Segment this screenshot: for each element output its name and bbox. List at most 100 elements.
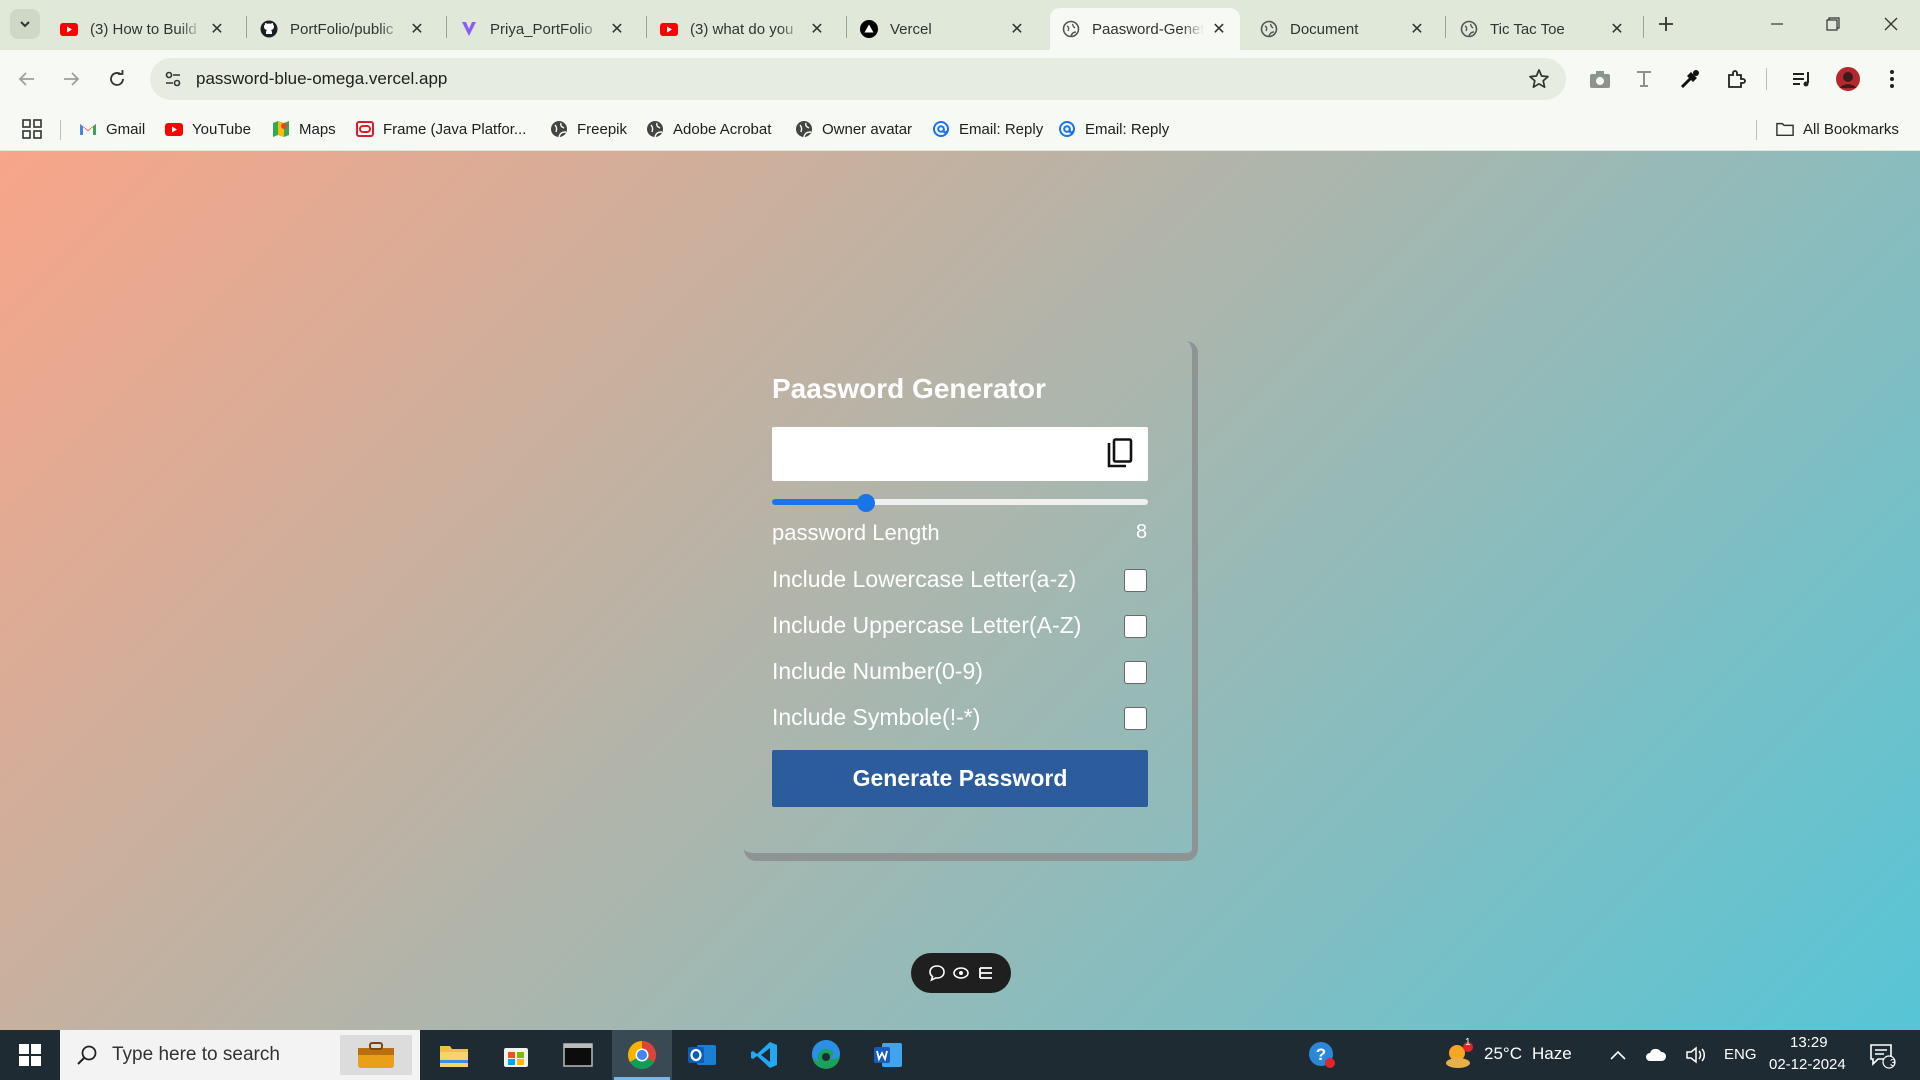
weather-temp[interactable]: 25°C	[1484, 1044, 1522, 1064]
globe-icon	[1062, 20, 1080, 38]
tab-separator	[446, 16, 447, 38]
address-bar[interactable]: password-blue-omega.vercel.app	[150, 58, 1566, 100]
menu-lines-icon[interactable]	[977, 964, 995, 982]
option-symbol-checkbox[interactable]	[1124, 707, 1147, 730]
terminal-icon[interactable]	[552, 1030, 604, 1080]
reload-button[interactable]	[102, 64, 132, 94]
tab-separator	[1445, 16, 1446, 38]
back-button[interactable]	[12, 64, 42, 94]
bookmark-label: YouTube	[192, 120, 251, 138]
tab-search-button[interactable]	[10, 9, 40, 39]
minimize-icon	[1771, 23, 1783, 25]
globe-icon	[795, 120, 813, 138]
search-icon	[77, 1045, 97, 1065]
tab-2[interactable]: Priya_PortFolio ✕	[448, 8, 638, 50]
chrome-taskbar-icon[interactable]	[612, 1030, 672, 1080]
bookmark-email-reply[interactable]: Email: Reply	[932, 117, 1043, 141]
taskbar-search-box[interactable]: Type here to search	[60, 1030, 420, 1080]
bookmark-freepik[interactable]: Freepik	[550, 117, 627, 141]
notifications-button[interactable]: 3	[1862, 1030, 1902, 1080]
tab-4[interactable]: Vercel ✕	[848, 8, 1038, 50]
weather-desc[interactable]: Haze	[1532, 1044, 1572, 1064]
start-button[interactable]	[0, 1030, 60, 1080]
close-icon[interactable]: ✕	[408, 19, 426, 39]
close-icon[interactable]: ✕	[608, 19, 626, 39]
tab-5-active[interactable]: Paasword-Genet ✕	[1050, 8, 1240, 50]
kebab-menu-icon[interactable]	[1880, 67, 1904, 91]
option-lowercase-checkbox[interactable]	[1124, 569, 1147, 592]
slider-thumb[interactable]	[857, 494, 875, 512]
bookmark-email-reply-2[interactable]: Email: Reply	[1058, 117, 1169, 141]
help-icon[interactable]: ?	[1302, 1030, 1342, 1080]
restore-button[interactable]	[1808, 6, 1858, 42]
eye-icon[interactable]	[952, 964, 970, 982]
browser-toolbar: password-blue-omega.vercel.app	[0, 50, 1920, 108]
length-slider[interactable]	[772, 494, 1148, 512]
text-translate-icon[interactable]	[1632, 67, 1656, 91]
option-lowercase-label: Include Lowercase Letter(a-z)	[772, 566, 1077, 592]
minimize-button[interactable]	[1752, 6, 1802, 42]
word-icon[interactable]	[862, 1030, 914, 1080]
close-icon[interactable]: ✕	[208, 19, 226, 39]
media-controls-icon[interactable]	[1790, 67, 1814, 91]
volume-icon[interactable]	[1682, 1030, 1710, 1080]
apps-grid-button[interactable]	[22, 117, 42, 141]
profile-avatar[interactable]	[1836, 67, 1860, 91]
password-output-field[interactable]	[772, 427, 1148, 481]
svg-text:?: ?	[1316, 1045, 1326, 1064]
comment-icon[interactable]	[928, 964, 946, 982]
close-icon[interactable]: ✕	[1408, 19, 1426, 39]
file-explorer-icon[interactable]	[428, 1030, 480, 1080]
bookmark-owner-avatar[interactable]: Owner avatar	[795, 117, 912, 141]
globe-icon	[1460, 20, 1478, 38]
globe-icon	[550, 120, 568, 138]
close-icon[interactable]: ✕	[1608, 19, 1626, 39]
bookmark-frame-java[interactable]: Frame (Java Platfor...	[356, 117, 526, 141]
tab-title: Priya_PortFolio	[490, 20, 593, 38]
youtube-icon	[660, 20, 678, 38]
option-number-checkbox[interactable]	[1124, 661, 1147, 684]
camera-icon[interactable]	[1588, 67, 1612, 91]
tab-6[interactable]: Document ✕	[1248, 8, 1438, 50]
vercel-triangle-icon	[860, 20, 878, 38]
new-tab-button[interactable]	[1652, 10, 1680, 38]
outlook-icon[interactable]	[676, 1030, 728, 1080]
bookmark-star-icon[interactable]	[1528, 68, 1550, 90]
clock-time[interactable]: 13:29	[1790, 1034, 1828, 1051]
edge-icon[interactable]	[800, 1030, 852, 1080]
tab-separator	[246, 16, 247, 38]
bookmark-label: Freepik	[577, 120, 628, 138]
eyedropper-icon[interactable]	[1678, 67, 1702, 91]
option-uppercase-checkbox[interactable]	[1124, 615, 1147, 638]
tab-3[interactable]: (3) what do you ✕	[648, 8, 838, 50]
generate-password-button[interactable]: Generate Password	[772, 750, 1148, 807]
tray-chevron-up-icon[interactable]	[1604, 1030, 1632, 1080]
restore-icon	[1826, 17, 1840, 31]
bookmark-youtube[interactable]: YouTube	[165, 117, 251, 141]
tab-7[interactable]: Tic Tac Toe ✕	[1448, 8, 1638, 50]
close-icon[interactable]: ✕	[1008, 19, 1026, 39]
bookmark-label: Gmail	[106, 120, 146, 138]
onedrive-cloud-icon[interactable]	[1642, 1030, 1670, 1080]
copy-button[interactable]	[1104, 435, 1136, 471]
vscode-icon[interactable]	[738, 1030, 790, 1080]
clock-date[interactable]: 02-12-2024	[1769, 1056, 1846, 1073]
bookmark-adobe-acrobat[interactable]: Adobe Acrobat	[646, 117, 771, 141]
site-info-icon[interactable]	[162, 68, 184, 90]
extensions-icon[interactable]	[1724, 67, 1748, 91]
bookmark-gmail[interactable]: Gmail	[79, 117, 145, 141]
microsoft-store-icon[interactable]	[490, 1030, 542, 1080]
close-icon[interactable]: ✕	[1210, 19, 1228, 39]
close-icon[interactable]: ✕	[808, 19, 826, 39]
folder-icon	[1776, 120, 1794, 138]
all-bookmarks-button[interactable]: All Bookmarks	[1776, 117, 1899, 141]
tab-0[interactable]: (3) How to Build ✕	[48, 8, 238, 50]
bookmark-maps[interactable]: Maps	[272, 117, 336, 141]
tab-separator	[646, 16, 647, 38]
plus-icon	[1659, 17, 1673, 31]
tab-1[interactable]: PortFolio/public ✕	[248, 8, 438, 50]
forward-button[interactable]	[56, 64, 86, 94]
language-indicator[interactable]: ENG	[1724, 1046, 1757, 1063]
bookmark-separator	[60, 120, 61, 140]
close-window-button[interactable]	[1866, 6, 1916, 42]
